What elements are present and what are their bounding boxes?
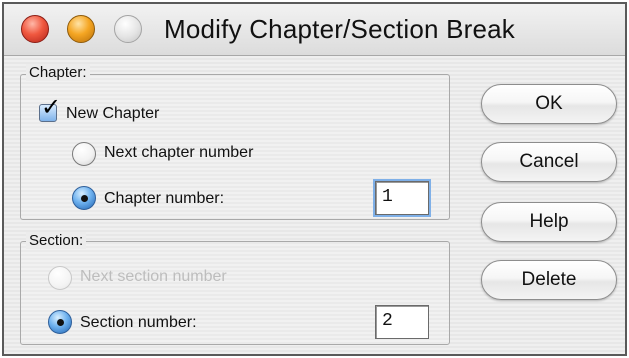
radio-dot-icon: [57, 319, 64, 326]
section-number-field[interactable]: 2: [375, 305, 429, 339]
checkmark-icon: ✓: [41, 94, 62, 121]
next-section-number-label: Next section number: [80, 268, 227, 285]
zoom-window-icon[interactable]: [114, 15, 142, 43]
new-chapter-label: New Chapter: [66, 105, 160, 122]
next-section-number-radio[interactable]: [48, 266, 72, 290]
close-window-icon[interactable]: [21, 15, 49, 43]
cancel-button[interactable]: Cancel: [481, 142, 617, 182]
section-number-label: Section number:: [80, 314, 197, 331]
title-bar[interactable]: Modify Chapter/Section Break: [4, 4, 625, 56]
radio-dot-icon: [81, 195, 88, 202]
chapter-legend: Chapter:: [26, 64, 90, 81]
next-chapter-number-label: Next chapter number: [104, 144, 254, 161]
new-chapter-checkbox[interactable]: ✓: [39, 96, 61, 122]
chapter-number-radio[interactable]: [72, 186, 96, 210]
window-title: Modify Chapter/Section Break: [164, 14, 515, 44]
delete-button[interactable]: Delete: [481, 260, 617, 300]
help-button[interactable]: Help: [481, 202, 617, 242]
dialog-window: Modify Chapter/Section Break Chapter: ✓ …: [2, 2, 627, 356]
chapter-number-label: Chapter number:: [104, 190, 225, 207]
chapter-number-field[interactable]: 1: [373, 179, 431, 217]
section-legend: Section:: [26, 232, 87, 249]
section-number-radio[interactable]: [48, 310, 72, 334]
ok-button[interactable]: OK: [481, 84, 617, 124]
minimize-window-icon[interactable]: [67, 15, 95, 43]
next-chapter-number-radio[interactable]: [72, 142, 96, 166]
